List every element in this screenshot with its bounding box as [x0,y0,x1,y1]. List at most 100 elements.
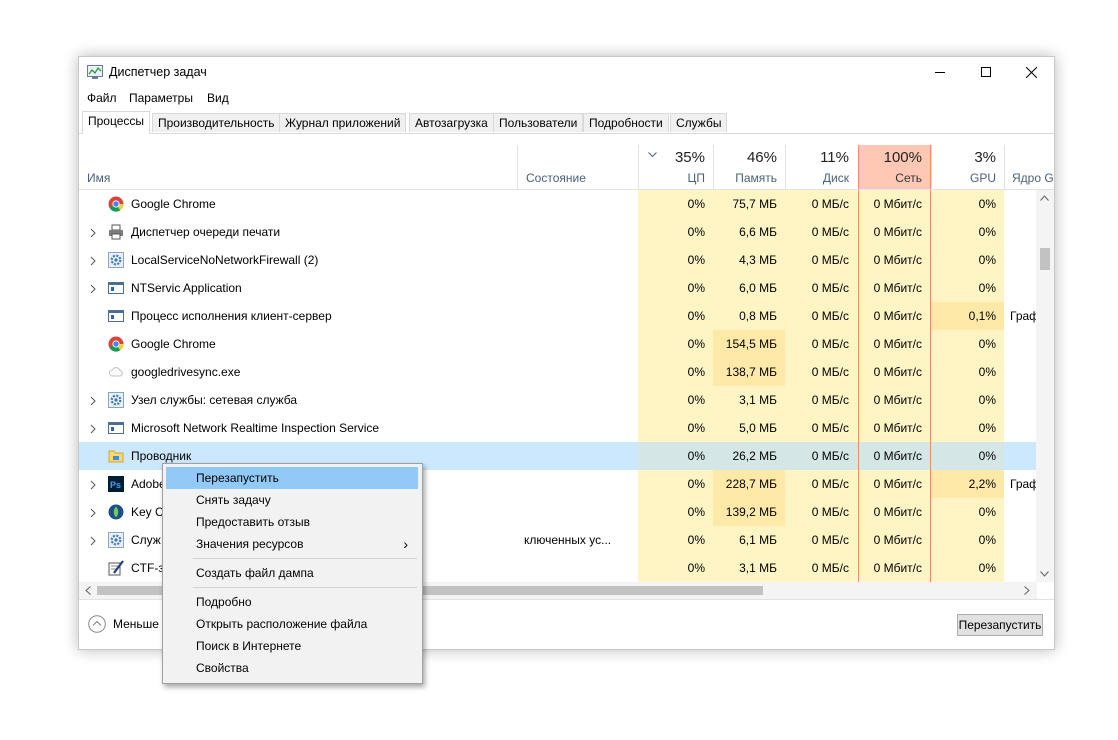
cpu-label: ЦП [687,171,705,185]
process-row[interactable]: Google Chrome 0% 75,7 МБ 0 МБ/с 0 Мбит/с 0% [79,190,1037,218]
tab-details[interactable]: Подробности [583,113,669,132]
minimize-button[interactable] [917,57,963,87]
scroll-down-icon[interactable] [1040,571,1049,577]
vertical-scroll-thumb[interactable] [1040,248,1050,270]
scroll-right-icon[interactable] [1024,586,1030,595]
column-disk[interactable]: 11% Диск [785,145,857,189]
column-cpu[interactable]: 35% ЦП [638,145,713,189]
gpu-value: 0% [931,190,1004,218]
gpu-value: 0% [931,246,1004,274]
gpu-value: 0% [931,386,1004,414]
restart-button[interactable]: Перезапустить [957,614,1043,636]
app-window-icon [108,308,124,324]
column-name[interactable]: Имя [79,145,517,189]
memory-value: 3,1 МБ [713,554,785,582]
network-percent: 100% [883,149,922,166]
ctx-give-feedback[interactable]: Предоставить отзыв [166,511,418,533]
disk-value: 0 МБ/с [785,470,857,498]
ctx-end-task[interactable]: Снять задачу [166,489,418,511]
collapse-chevron-icon[interactable] [88,615,106,633]
gpu-value: 0,1% [931,302,1004,330]
tab-startup[interactable]: Автозагрузка [409,113,494,132]
column-gpu[interactable]: 3% GPU [931,145,1004,189]
maximize-icon [981,67,991,77]
task-manager-icon [87,65,103,79]
menu-options[interactable]: Параметры [129,91,193,105]
expand-chevron-icon[interactable] [88,227,98,238]
gpu-value: 0% [931,330,1004,358]
process-row[interactable]: Процесс исполнения клиент-сервер 0% 0,8 МБ… [79,302,1039,330]
tab-app-history[interactable]: Журнал приложений [279,113,407,132]
column-memory[interactable]: 46% Память [713,145,785,189]
tab-processes[interactable]: Процессы [82,111,151,134]
process-row[interactable]: googledrivesync.exe 0% 138,7 МБ 0 МБ/с 0 Мби… [79,358,1037,386]
memory-value: 6,0 МБ [713,274,785,302]
scroll-up-icon[interactable] [1040,195,1049,201]
maximize-button[interactable] [963,57,1009,87]
ctx-details[interactable]: Подробно [166,591,418,613]
column-state[interactable]: Состояние [517,145,638,189]
network-value: 0 Мбит/с [858,218,931,246]
tab-users[interactable]: Пользователи [493,113,584,132]
process-row[interactable]: Google Chrome 0% 154,5 МБ 0 МБ/с 0 Мбит/с 0% [79,330,1037,358]
process-row[interactable]: LocalServiceNoNetworkFirewall (2) 0% 4,3 М… [79,246,1037,274]
ctx-create-dump[interactable]: Создать файл дампа [166,562,418,584]
key-icon [108,504,124,520]
network-value: 0 Мбит/с [858,330,931,358]
process-state: ключенных ус... [524,533,612,547]
cpu-value: 0% [638,498,713,526]
gpu-value: 0% [931,218,1004,246]
cpu-value: 0% [638,302,713,330]
expand-chevron-icon[interactable] [88,283,98,294]
expand-chevron-icon[interactable] [88,507,98,518]
context-menu: Перезапустить Снять задачу Предоставить … [162,463,423,684]
network-label: Сеть [895,171,922,185]
process-name: Узел службы: сетевая служба [131,393,298,407]
process-name: LocalServiceNoNetworkFirewall (2) [131,253,319,267]
memory-value: 0,8 МБ [713,302,785,330]
expand-chevron-icon[interactable] [88,535,98,546]
expand-chevron-icon[interactable] [88,423,98,434]
gear-icon [108,252,124,268]
disk-value: 0 МБ/с [785,442,857,470]
network-value: 0 Мбит/с [858,442,931,470]
cpu-percent: 35% [674,149,705,166]
ctx-search-online[interactable]: Поиск в Интернете [166,635,418,657]
disk-value: 0 МБ/с [785,358,857,386]
gpu-value: 0% [931,414,1004,442]
chrome-icon [108,196,124,212]
network-value: 0 Мбит/с [858,246,931,274]
ctx-open-file-location[interactable]: Открыть расположение файла [166,613,418,635]
submenu-arrow-icon: › [403,536,408,552]
expand-chevron-icon[interactable] [88,395,98,406]
ctx-resource-values[interactable]: Значения ресурсов › [166,533,418,555]
tab-performance[interactable]: Производительность [152,113,281,132]
tab-services[interactable]: Службы [670,113,728,132]
cpu-value: 0% [638,246,713,274]
ctx-restart[interactable]: Перезапустить [166,467,418,489]
vertical-scrollbar[interactable] [1036,190,1054,582]
cpu-value: 0% [638,190,713,218]
close-button[interactable] [1008,57,1054,87]
process-row[interactable]: NTServic Application 0% 6,0 МБ 0 МБ/с 0 Мбит… [79,274,1037,302]
column-gpu-engine[interactable]: Ядро GP [1004,145,1054,189]
column-network[interactable]: 100% Сеть [858,145,931,189]
fewer-details-link[interactable]: Меньше [113,617,159,631]
ctx-properties[interactable]: Свойства [166,657,418,679]
gpu-value: 0% [931,442,1004,470]
expand-chevron-icon[interactable] [88,479,98,490]
scroll-left-icon[interactable] [85,586,91,595]
window-title: Диспетчер задач [109,65,207,79]
process-name: Key C [131,505,164,519]
pen-icon [108,560,124,576]
menu-file[interactable]: Файл [87,91,117,105]
process-row[interactable]: Диспетчер очереди печати 0% 6,6 МБ 0 МБ/с 0 … [79,218,1037,246]
cpu-value: 0% [638,526,713,554]
memory-value: 26,2 МБ [713,442,785,470]
svg-text:Ps: Ps [110,480,121,490]
expand-chevron-icon[interactable] [88,255,98,266]
process-row[interactable]: Узел службы: сетевая служба 0% 3,1 МБ 0 МБ/… [79,386,1037,414]
process-name: Google Chrome [131,197,216,211]
menu-view[interactable]: Вид [207,91,229,105]
process-row[interactable]: Microsoft Network Realtime Inspection Se… [79,414,1037,442]
